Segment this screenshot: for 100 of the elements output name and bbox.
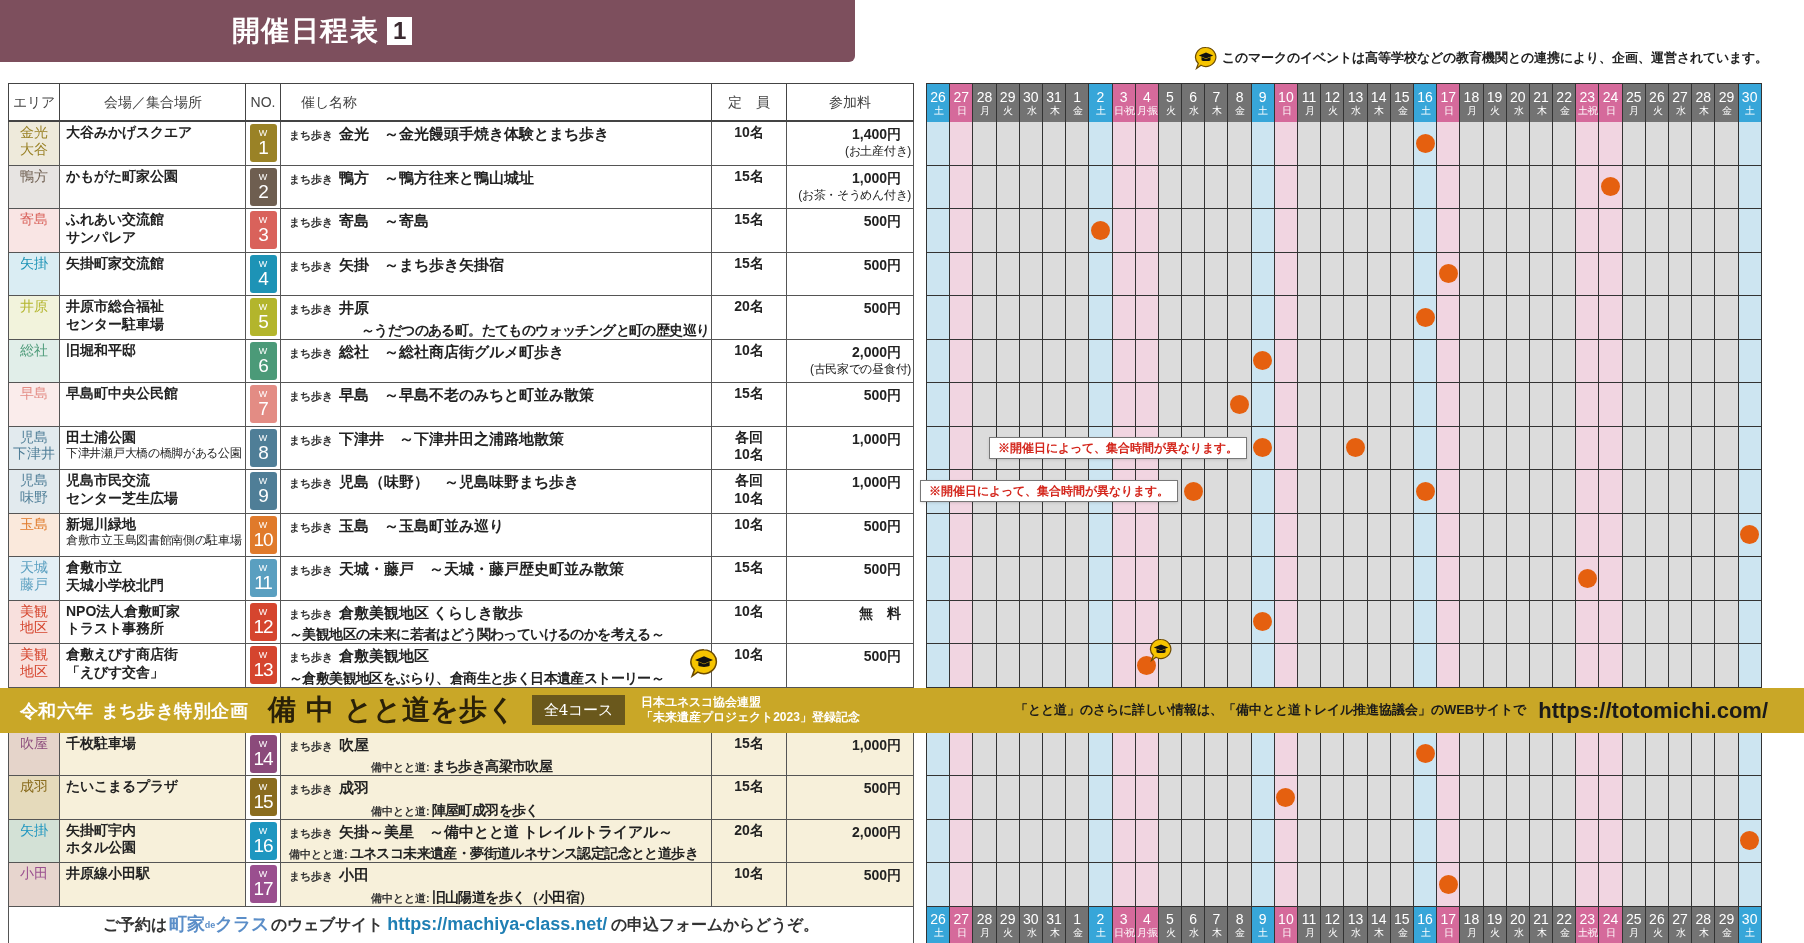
day-header: 8 金 — [1228, 84, 1252, 122]
event-subtitle: 旧山陽道を歩く（小田宿） — [431, 887, 593, 907]
day-header: 29 火 — [996, 84, 1020, 122]
capacity-text: 15名 — [734, 559, 764, 577]
day-header: 13 水 — [1344, 906, 1368, 943]
event-number-badge: W 8 — [249, 428, 277, 467]
day-header: 24 日 — [1599, 84, 1623, 122]
area-label: 総社 — [20, 341, 48, 360]
day-header: 8 金 — [1228, 906, 1252, 943]
day-header: 26 土 — [927, 906, 951, 943]
category-label: 備中とと道: — [371, 760, 430, 776]
day-header: 10 日 — [1274, 84, 1298, 122]
day-header: 28 木 — [1692, 84, 1716, 122]
venue-name: たいこまるプラザ — [66, 778, 179, 796]
venue-name: 早島町中央公民館 — [66, 385, 179, 403]
area-label: 矢掛 — [20, 254, 48, 273]
area-label: 玉島 — [20, 515, 48, 534]
event-title: 金光 ～金光饅頭手焼き体験とまち歩き — [339, 125, 609, 144]
day-header: 26 火 — [1645, 84, 1669, 122]
event-number-badge: W 17 — [249, 865, 277, 904]
venue-name: 児島市民交流 センター芝生広場 — [66, 472, 179, 507]
event-subtitle: ～美観地区の未来に若者はどう関わっていけるのかを考える～ — [289, 625, 665, 645]
event-title: 井原 — [339, 299, 369, 318]
venue-name: NPO法人倉敷町家 トラスト事務所 — [66, 602, 182, 638]
capacity-text: 15名 — [734, 778, 764, 796]
area-label: 井原 — [20, 298, 48, 316]
event-title: 寄島 ～寄島 — [339, 212, 429, 231]
day-header: 1 金 — [1066, 906, 1090, 943]
website-link[interactable]: https://machiya-class.net/ — [387, 914, 608, 934]
event-number-badge: W 15 — [249, 778, 277, 817]
fee-text: 2,000円 — [851, 342, 901, 362]
day-header: 17 日 — [1437, 906, 1461, 943]
day-header: 2 土 — [1089, 906, 1113, 943]
category-label: まち歩き — [289, 345, 333, 361]
capacity-text: 15名 — [734, 734, 764, 753]
capacity-text: 各回 10名 — [734, 428, 764, 464]
venue-note: 下津井瀬戸大橋の橋脚がある公園 — [66, 446, 243, 461]
venue-name: 倉敷えびす商店街 「えびす交舎」 — [66, 646, 179, 681]
venue-name: 倉敷市立 天城小学校北門 — [66, 559, 165, 594]
venue-name: 田土浦公園 — [66, 428, 137, 446]
event-number-badge: W 6 — [249, 341, 277, 380]
event-number-badge: W 10 — [249, 515, 277, 554]
event-title: 吹屋 — [339, 735, 369, 755]
mortarboard-bubble-icon — [1194, 46, 1218, 70]
area-label: 早島 — [20, 385, 48, 403]
day-header: 5 火 — [1158, 84, 1183, 122]
category-label: まち歩き — [289, 738, 333, 754]
day-header: 15 金 — [1390, 84, 1414, 122]
event-title: 玉島 ～玉島町並み巡り — [339, 516, 504, 536]
category-label: まち歩き — [289, 215, 333, 231]
day-header: 19 火 — [1483, 84, 1507, 122]
day-header: 11 月 — [1298, 906, 1322, 943]
day-header: 17 日 — [1437, 84, 1461, 122]
legend-text: このマークのイベントは高等学校などの教育機関との連携により、企画、運営されています。 — [1222, 49, 1768, 68]
day-header: 26 土 — [927, 84, 951, 122]
day-header: 1 金 — [1066, 84, 1090, 122]
fee-text: 2,000円 — [851, 822, 901, 842]
day-header: 12 火 — [1321, 84, 1345, 122]
venue-name: かもがた町家公園 — [66, 167, 179, 185]
venue-name: 井原市総合福祉 センター駐車場 — [66, 298, 165, 333]
event-number-badge: W 2 — [249, 167, 277, 206]
day-header: 27 日 — [950, 84, 974, 122]
day-header: 23 土·祝 — [1576, 906, 1600, 943]
column-header: 定 員 — [728, 92, 770, 112]
website-link[interactable]: https://totomichi.com/ — [1538, 693, 1768, 727]
event-number-badge: W 9 — [249, 472, 277, 511]
venue-name: 矢掛町家交流館 — [66, 254, 165, 272]
day-header: 7 木 — [1205, 906, 1229, 943]
day-header: 14 木 — [1367, 84, 1391, 122]
capacity-text: 20名 — [734, 298, 764, 316]
area-label: 吹屋 — [20, 734, 48, 753]
event-title: 下津井 ～下津井田之浦路地散策 — [339, 429, 564, 449]
column-header: 会場／集合場所 — [103, 92, 202, 112]
capacity-text: 15名 — [734, 254, 764, 273]
day-header: 4 月·振 — [1135, 84, 1159, 122]
area-label: 鴨方 — [20, 167, 48, 186]
event-subtitle: まち歩き高梁市吹屋 — [431, 757, 553, 777]
schedule-note: ※開催日によって、集合時間が異なります。 — [989, 436, 1248, 459]
title-number: 1 — [387, 17, 413, 45]
venue-note: 倉敷市立玉島図書館南側の駐車場 — [66, 533, 243, 548]
capacity-text: 10名 — [734, 515, 764, 534]
venue-name: 千枚駐車場 — [66, 734, 137, 752]
event-number-badge: W 16 — [249, 821, 277, 860]
venue-name: 新堀川緑地 — [66, 515, 137, 533]
day-header: 22 金 — [1553, 906, 1577, 943]
day-header: 29 金 — [1715, 84, 1739, 122]
capacity-text: 15名 — [734, 385, 764, 403]
event-title: 矢掛～美星 ～備中とと道 トレイルトライアル～ — [339, 822, 674, 842]
fee-text: 1,000円 — [851, 429, 901, 449]
area-label: 寄島 — [20, 211, 48, 229]
category-label: まち歩き — [289, 869, 333, 885]
category-label: まち歩き — [289, 563, 333, 579]
day-header: 30 土 — [1738, 84, 1762, 122]
day-header: 11 月 — [1298, 84, 1322, 122]
column-header: NO. — [250, 92, 276, 112]
event-subtitle: 陣屋町成羽を歩く — [431, 800, 539, 820]
banner-note: 日本ユネスコ協会連盟 「未来遺産プロジェクト2023」登録記念 — [641, 695, 860, 725]
event-title: 倉敷美観地区 くらしき散歩 — [339, 603, 524, 623]
banner-lead: 令和六年 まち歩き特別企画 — [20, 698, 249, 723]
capacity-text: 各回 10名 — [734, 472, 764, 508]
